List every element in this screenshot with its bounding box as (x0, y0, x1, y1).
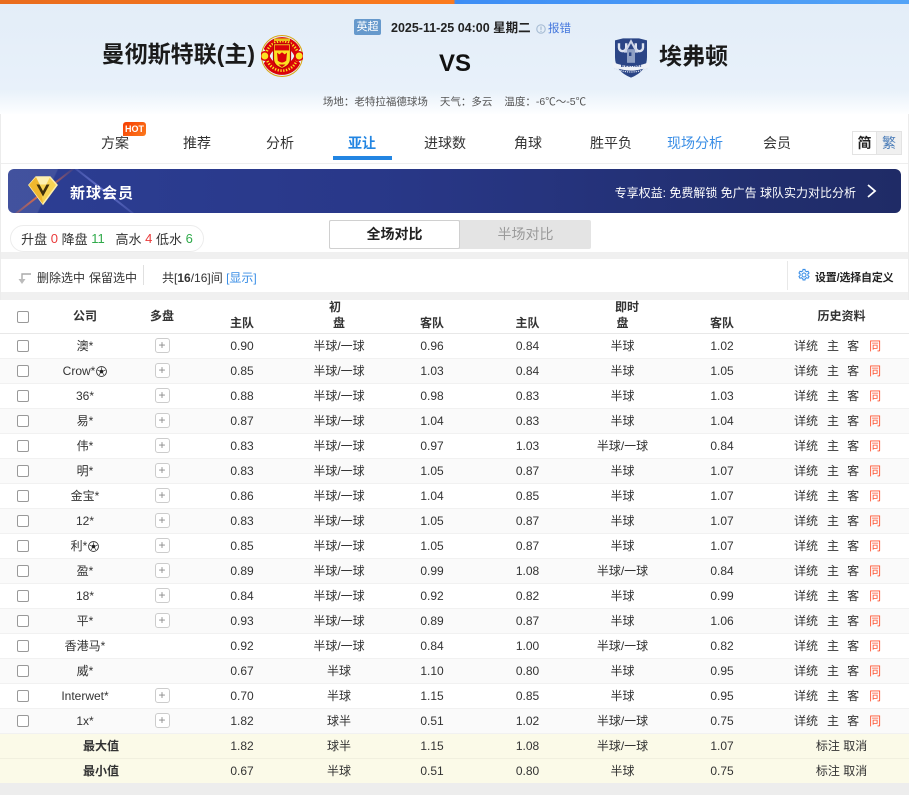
svg-text:Everton: Everton (621, 63, 642, 69)
